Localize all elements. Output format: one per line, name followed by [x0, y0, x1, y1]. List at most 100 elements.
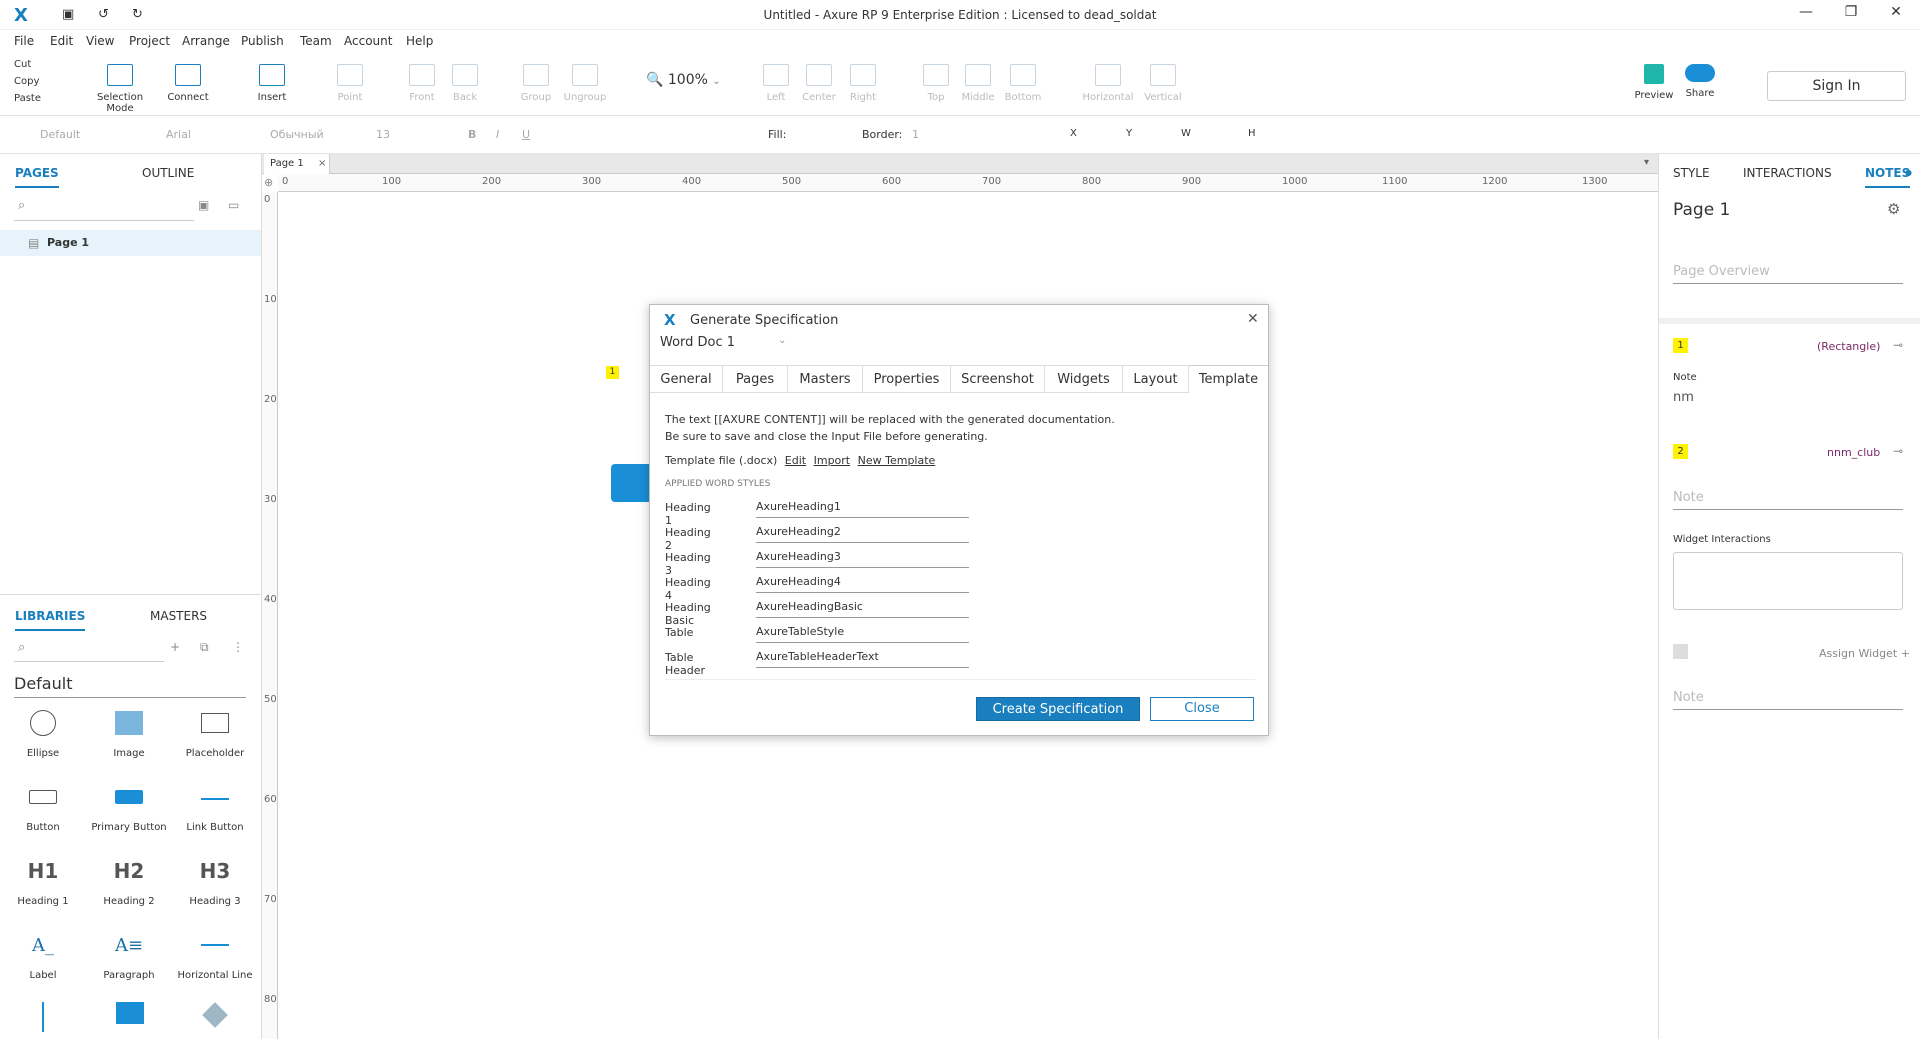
align-bottom-button[interactable]: Bottom — [993, 64, 1053, 103]
widget-label[interactable]: A_ Label — [0, 928, 86, 982]
doc-select[interactable]: Word Doc 1 ⌄ — [660, 335, 790, 350]
pages-search-input[interactable] — [14, 220, 194, 221]
connect-button[interactable]: Connect — [158, 64, 218, 103]
style-input[interactable]: AxureHeading4 — [756, 575, 969, 593]
link-icon[interactable]: ⊸ — [1893, 444, 1903, 458]
add-library-icon[interactable]: + — [170, 640, 180, 654]
tab-interactions[interactable]: INTERACTIONS — [1743, 166, 1832, 180]
tab-notes[interactable]: NOTES — [1865, 166, 1911, 188]
widget-image[interactable]: Image — [86, 706, 172, 759]
edit-link[interactable]: Edit — [785, 454, 806, 467]
note-3-input[interactable]: Note — [1673, 690, 1903, 710]
link-icon[interactable]: ⊸ — [1893, 338, 1903, 352]
add-folder-icon[interactable]: ▭ — [228, 198, 239, 212]
widget-horizontal-line[interactable]: Horizontal Line — [172, 928, 258, 981]
menu-file[interactable]: File — [14, 34, 34, 48]
widget-heading-2[interactable]: H2 Heading 2 — [86, 854, 172, 907]
widget-primary-button[interactable]: Primary Button — [86, 780, 172, 833]
note-2-input[interactable]: Note — [1673, 490, 1903, 510]
menu-publish[interactable]: Publish — [241, 34, 284, 48]
distribute-horizontal-button[interactable]: Horizontal — [1078, 64, 1138, 103]
border-width-value[interactable]: 1 — [912, 128, 919, 141]
tab-layout[interactable]: Layout — [1123, 365, 1189, 393]
add-page-icon[interactable]: ▣ — [198, 198, 209, 212]
zoom-control[interactable]: 🔍 100% ⌄ — [646, 72, 721, 88]
tab-properties[interactable]: Properties — [863, 365, 951, 393]
tab-masters[interactable]: MASTERS — [150, 609, 207, 623]
search-icon[interactable]: ⌕ — [18, 198, 25, 213]
assign-widget-button[interactable]: Assign Widget + — [1819, 647, 1910, 660]
style-input[interactable]: AxureHeading1 — [756, 500, 969, 518]
menu-project[interactable]: Project — [129, 34, 170, 48]
font-weight-select[interactable]: Обычный — [270, 128, 324, 141]
insert-button[interactable]: Insert — [242, 64, 302, 103]
distribute-vertical-button[interactable]: Vertical — [1133, 64, 1193, 103]
checkbox-icon[interactable] — [1673, 644, 1688, 659]
menu-view[interactable]: View — [86, 34, 114, 48]
widget-heading-1[interactable]: H1 Heading 1 — [0, 854, 86, 907]
ungroup-button[interactable]: Ungroup — [555, 64, 615, 103]
widget-paragraph[interactable]: A≡ Paragraph — [86, 928, 172, 982]
library-search-icon[interactable]: ⌕ — [18, 640, 25, 655]
tab-widgets[interactable]: Widgets — [1045, 365, 1123, 393]
new-template-link[interactable]: New Template — [858, 454, 936, 467]
close-button[interactable]: Close — [1150, 697, 1254, 721]
more-icon[interactable]: ⋮ — [232, 640, 244, 654]
tab-general[interactable]: General — [650, 365, 723, 393]
close-window-icon[interactable]: ✕ — [1881, 4, 1911, 20]
tab-pages[interactable]: Pages — [723, 365, 788, 393]
cut-button[interactable]: Cut — [0, 56, 72, 73]
menu-account[interactable]: Account — [344, 34, 392, 48]
style-input[interactable]: AxureHeading2 — [756, 525, 969, 543]
widget-heading-3[interactable]: H3 Heading 3 — [172, 854, 258, 907]
font-select[interactable]: Arial — [166, 128, 191, 141]
dynamic-panel-icon[interactable] — [202, 1002, 228, 1028]
bold-icon[interactable]: B — [468, 128, 476, 141]
style-input[interactable]: AxureTableHeaderText — [756, 650, 969, 668]
library-select[interactable]: Default — [14, 674, 246, 698]
menu-arrange[interactable]: Arrange — [182, 34, 230, 48]
style-input[interactable]: AxureHeadingBasic — [756, 600, 969, 618]
widget-button[interactable]: Button — [0, 780, 86, 833]
widget-link-button[interactable]: Link Button — [172, 780, 258, 833]
style-input[interactable]: AxureTableStyle — [756, 625, 969, 643]
minimize-icon[interactable]: — — [1791, 4, 1821, 20]
style-input[interactable]: AxureHeading3 — [756, 550, 969, 568]
import-link[interactable]: Import — [814, 454, 851, 467]
widget-ellipse[interactable]: Ellipse — [0, 706, 86, 759]
font-size-select[interactable]: 13 — [376, 128, 390, 141]
sign-in-button[interactable]: Sign In — [1767, 71, 1906, 101]
share-button[interactable]: Share — [1670, 64, 1730, 99]
menu-team[interactable]: Team — [300, 34, 332, 48]
paste-button[interactable]: Paste — [0, 90, 72, 107]
chevron-down-icon[interactable]: ▾ — [1644, 157, 1649, 168]
note-marker[interactable]: 1 — [606, 366, 619, 379]
copy-button[interactable]: Copy — [0, 73, 72, 90]
canvas-widget-rectangle[interactable] — [611, 464, 651, 502]
tab-screenshot[interactable]: Screenshot — [951, 365, 1045, 393]
page-item[interactable]: ▤ Page 1 — [0, 230, 261, 256]
create-specification-button[interactable]: Create Specification — [976, 697, 1140, 721]
library-options-icon[interactable]: ⧉ — [200, 640, 209, 655]
widget-interactions-box[interactable] — [1673, 552, 1903, 610]
hotspot-icon[interactable] — [116, 1002, 144, 1024]
tab-masters[interactable]: Masters — [788, 365, 863, 393]
restore-icon[interactable]: ❐ — [1836, 4, 1866, 20]
close-tab-icon[interactable]: × — [318, 154, 326, 174]
tab-libraries[interactable]: LIBRARIES — [15, 609, 86, 631]
tab-page-1[interactable]: Page 1 × — [264, 154, 330, 174]
underline-icon[interactable]: U — [522, 128, 530, 141]
gear-icon[interactable]: ⚙ — [1887, 200, 1900, 218]
widget-placeholder[interactable]: Placeholder — [172, 706, 258, 759]
back-button[interactable]: Back — [435, 64, 495, 103]
menu-help[interactable]: Help — [406, 34, 433, 48]
tab-outline[interactable]: OUTLINE — [142, 166, 194, 180]
page-overview-input[interactable]: Page Overview — [1673, 264, 1903, 284]
style-select[interactable]: Default — [40, 128, 80, 141]
note-1-text[interactable]: nm — [1673, 390, 1694, 405]
point-button[interactable]: Point — [320, 64, 380, 103]
close-icon[interactable]: ✕ — [1247, 311, 1259, 327]
italic-icon[interactable]: I — [496, 128, 499, 141]
tab-template[interactable]: Template — [1189, 365, 1268, 393]
selection-mode-button[interactable]: Selection Mode — [90, 64, 150, 114]
